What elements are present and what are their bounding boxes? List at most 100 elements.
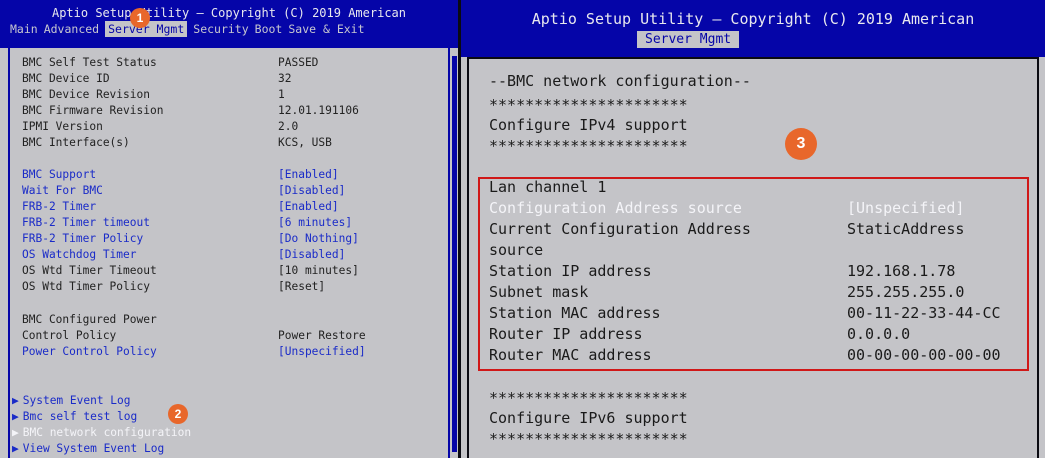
option-label: FRB-2 Timer	[22, 200, 97, 213]
info-row: IPMI Version 2.0	[22, 120, 298, 133]
tab-advanced[interactable]: Advanced	[44, 22, 99, 36]
tab-save-exit[interactable]: Save & Exit	[288, 22, 364, 36]
option-frb2-timer[interactable]: FRB-2 Timer [Enabled]	[22, 200, 339, 213]
option-value[interactable]: [Enabled]	[278, 200, 339, 213]
setting-label: Station MAC address	[489, 304, 661, 322]
stars-divider: **********************	[489, 430, 688, 448]
option-frb2-timeout[interactable]: FRB-2 Timer timeout [6 minutes]	[22, 216, 352, 229]
info-value: KCS, USB	[278, 136, 332, 149]
option-power-control-policy[interactable]: Power Control Policy [Unspecified]	[22, 345, 366, 358]
option-label: OS Wtd Timer Policy	[22, 280, 150, 293]
stars-divider: **********************	[489, 96, 688, 114]
info-row: BMC Device ID 32	[22, 72, 291, 85]
station-mac-row: Station MAC address 00-11-22-33-44-CC	[489, 304, 1001, 322]
subnet-mask-row: Subnet mask 255.255.255.0	[489, 283, 964, 301]
setting-label: source	[489, 241, 544, 259]
step-badge-3: 3	[785, 128, 817, 160]
triangle-right-icon: ▶	[12, 442, 19, 455]
submenu-bmc-network-configuration[interactable]: ▶ BMC network configuration	[12, 426, 191, 439]
info-label: BMC Self Test Status	[22, 56, 157, 69]
option-value[interactable]: [Disabled]	[278, 184, 345, 197]
option-value[interactable]: [Unspecified]	[278, 345, 366, 358]
info-row: BMC Device Revision 1	[22, 88, 285, 101]
info-value: 12.01.191106	[278, 104, 359, 117]
setting-label: Subnet mask	[489, 283, 589, 301]
submenu-bmc-self-test-log[interactable]: ▶ Bmc self test log	[12, 410, 137, 423]
right-header: Aptio Setup Utility – Copyright (C) 2019…	[461, 0, 1045, 57]
stars-divider: **********************	[489, 137, 688, 155]
submenu-label: BMC network configuration	[22, 426, 192, 439]
current-config-address-row: Current Configuration Address StaticAddre…	[489, 220, 964, 238]
setting-value[interactable]: [Unspecified]	[847, 199, 964, 217]
tab-boot[interactable]: Boot	[255, 22, 283, 36]
ipv6-support-label: Configure IPv6 support	[489, 409, 688, 427]
left-scrollbar[interactable]	[452, 56, 457, 452]
setting-value: 00-11-22-33-44-CC	[847, 304, 1001, 322]
stars-divider: **********************	[489, 389, 688, 407]
info-label: BMC Device Revision	[22, 88, 150, 101]
info-label: BMC Firmware Revision	[22, 104, 164, 117]
step-badge-2: 2	[168, 404, 188, 424]
right-title: Aptio Setup Utility – Copyright (C) 2019…	[531, 10, 975, 28]
info-row: BMC Self Test Status PASSED	[22, 56, 318, 69]
left-title: Aptio Setup Utility – Copyright (C) 2019…	[51, 6, 406, 20]
config-address-source-row[interactable]: Configuration Address source [Unspecified…	[489, 199, 964, 217]
option-label: FRB-2 Timer Policy	[22, 232, 144, 245]
submenu-label: System Event Log	[22, 394, 131, 407]
router-ip-row: Router IP address 0.0.0.0	[489, 325, 910, 343]
setting-label: Router MAC address	[489, 346, 652, 364]
tab-server-mgmt[interactable]: Server Mgmt	[637, 31, 740, 48]
info-value: 1	[278, 88, 285, 101]
current-config-address-row-cont: source	[489, 241, 543, 259]
lan-channel-label: Lan channel 1	[489, 178, 607, 196]
option-os-watchdog[interactable]: OS Watchdog Timer [Disabled]	[22, 248, 345, 261]
setting-label: Station IP address	[489, 262, 652, 280]
setting-value: 192.168.1.78	[847, 262, 956, 280]
submenu-view-system-event-log[interactable]: ▶ View System Event Log	[12, 442, 164, 455]
power-label-line2: Control Policy	[22, 329, 117, 342]
option-value[interactable]: [6 minutes]	[278, 216, 352, 229]
right-bios-screen: Aptio Setup Utility – Copyright (C) 2019…	[461, 0, 1045, 458]
submenu-system-event-log[interactable]: ▶ System Event Log	[12, 394, 131, 407]
left-bios-screen: Aptio Setup Utility – Copyright (C) 2019…	[0, 0, 458, 458]
setting-label: Configuration Address source	[489, 199, 742, 217]
station-ip-row: Station IP address 192.168.1.78	[489, 262, 955, 280]
option-label: Power Control Policy	[22, 345, 157, 358]
option-value[interactable]: [Do Nothing]	[278, 232, 359, 245]
option-label: OS Watchdog Timer	[22, 248, 137, 261]
triangle-right-icon: ▶	[12, 426, 19, 439]
option-label: Wait For BMC	[22, 184, 103, 197]
step-badge-1: 1	[130, 8, 150, 28]
option-value: [10 minutes]	[278, 264, 359, 277]
option-os-wtd-timeout: OS Wtd Timer Timeout [10 minutes]	[22, 264, 359, 277]
option-value[interactable]: [Disabled]	[278, 248, 345, 261]
option-label: FRB-2 Timer timeout	[22, 216, 150, 229]
setting-value: 255.255.255.0	[847, 283, 965, 301]
info-value: 2.0	[278, 120, 299, 133]
setting-value: 0.0.0.0	[847, 325, 911, 343]
left-header: Aptio Setup Utility – Copyright (C) 2019…	[0, 0, 458, 48]
option-wait-for-bmc[interactable]: Wait For BMC [Disabled]	[22, 184, 345, 197]
option-bmc-support[interactable]: BMC Support [Enabled]	[22, 168, 339, 181]
info-row: BMC Interface(s) KCS, USB	[22, 136, 332, 149]
power-value: Power Restore	[278, 329, 366, 342]
option-value: [Reset]	[278, 280, 326, 293]
info-row: BMC Firmware Revision 12.01.191106	[22, 104, 359, 117]
info-value: 32	[278, 72, 292, 85]
tab-main[interactable]: Main	[10, 22, 38, 36]
option-value[interactable]: [Enabled]	[278, 168, 339, 181]
power-row: Control Policy Power Restore	[22, 329, 366, 342]
section-title: --BMC network configuration--	[489, 72, 751, 90]
option-label: BMC Support	[22, 168, 97, 181]
info-label: BMC Interface(s)	[22, 136, 130, 149]
setting-value: StaticAddress	[847, 220, 965, 238]
power-label-line1: BMC Configured Power	[22, 313, 157, 326]
submenu-label: Bmc self test log	[22, 410, 138, 423]
ipv4-support-label: Configure IPv4 support	[489, 116, 688, 134]
left-tab-bar: Main Advanced Server Mgmt Security Boot Save …	[10, 21, 371, 37]
setting-label: Router IP address	[489, 325, 643, 343]
tab-security[interactable]: Security	[193, 22, 248, 36]
option-os-wtd-policy: OS Wtd Timer Policy [Reset]	[22, 280, 325, 293]
option-frb2-policy[interactable]: FRB-2 Timer Policy [Do Nothing]	[22, 232, 359, 245]
option-label: OS Wtd Timer Timeout	[22, 264, 157, 277]
